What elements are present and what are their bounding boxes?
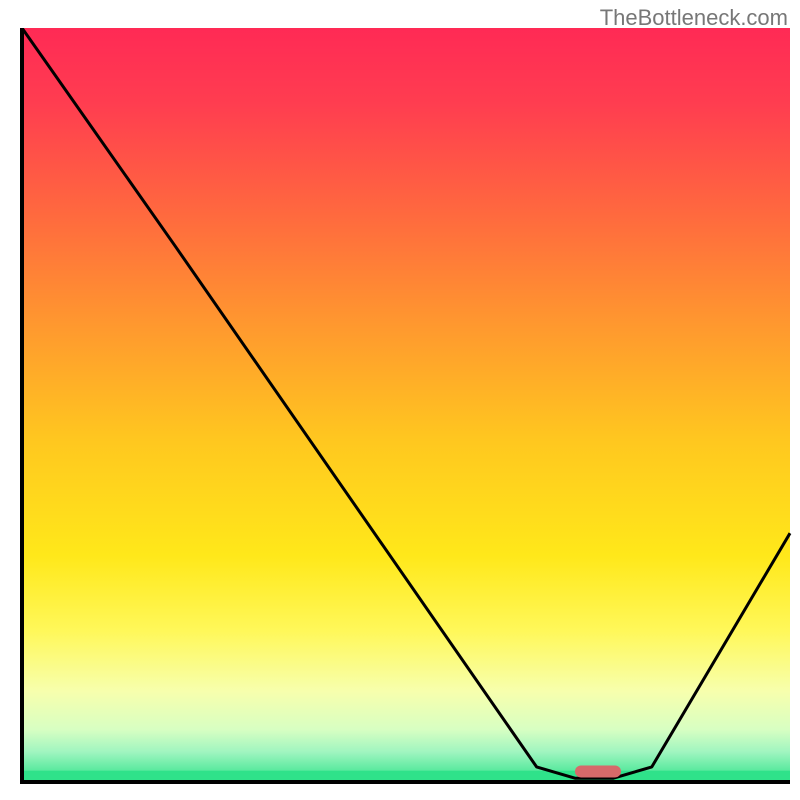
optimal-marker (575, 765, 621, 777)
chart-background (22, 28, 790, 782)
chart-container (20, 28, 792, 788)
watermark-text: TheBottleneck.com (600, 5, 788, 31)
bottleneck-chart (20, 28, 792, 788)
